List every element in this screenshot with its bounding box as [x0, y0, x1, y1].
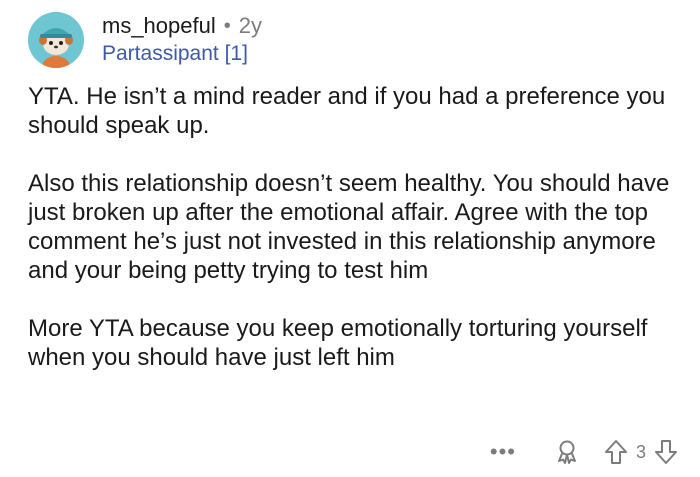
meta-top: ms_hopeful • 2y [102, 13, 262, 39]
more-options-button[interactable]: ••• [490, 441, 516, 463]
upvote-arrow-icon [604, 440, 627, 464]
comment-paragraph: More YTA because you keep emotionally to… [28, 315, 648, 371]
award-button[interactable] [554, 439, 580, 465]
comment-age: 2y [238, 13, 263, 38]
downvote-button[interactable] [654, 439, 678, 465]
upvote-button[interactable] [604, 439, 628, 465]
comment-paragraph: YTA. He isn’t a mind reader and if you h… [28, 83, 666, 139]
snoo-avatar-icon [28, 12, 84, 68]
avatar[interactable] [28, 12, 84, 68]
award-icon [557, 440, 576, 464]
username[interactable]: ms_hopeful [102, 13, 216, 39]
comment-header: ms_hopeful • 2y Partassipant [1] [28, 10, 262, 70]
comment-body: YTA. He isn’t a mind reader and if you h… [28, 82, 678, 401]
user-flair: Partassipant [1] [102, 42, 248, 65]
vote-score: 3 [635, 441, 646, 462]
comment-paragraph: Also this relationship doesn’t seem heal… [28, 170, 670, 284]
meta-separator: • [223, 15, 231, 37]
comment-actions: ••• 3 [490, 437, 678, 467]
downvote-arrow-icon [655, 440, 677, 464]
comment-meta: ms_hopeful • 2y Partassipant [1] [102, 13, 262, 67]
